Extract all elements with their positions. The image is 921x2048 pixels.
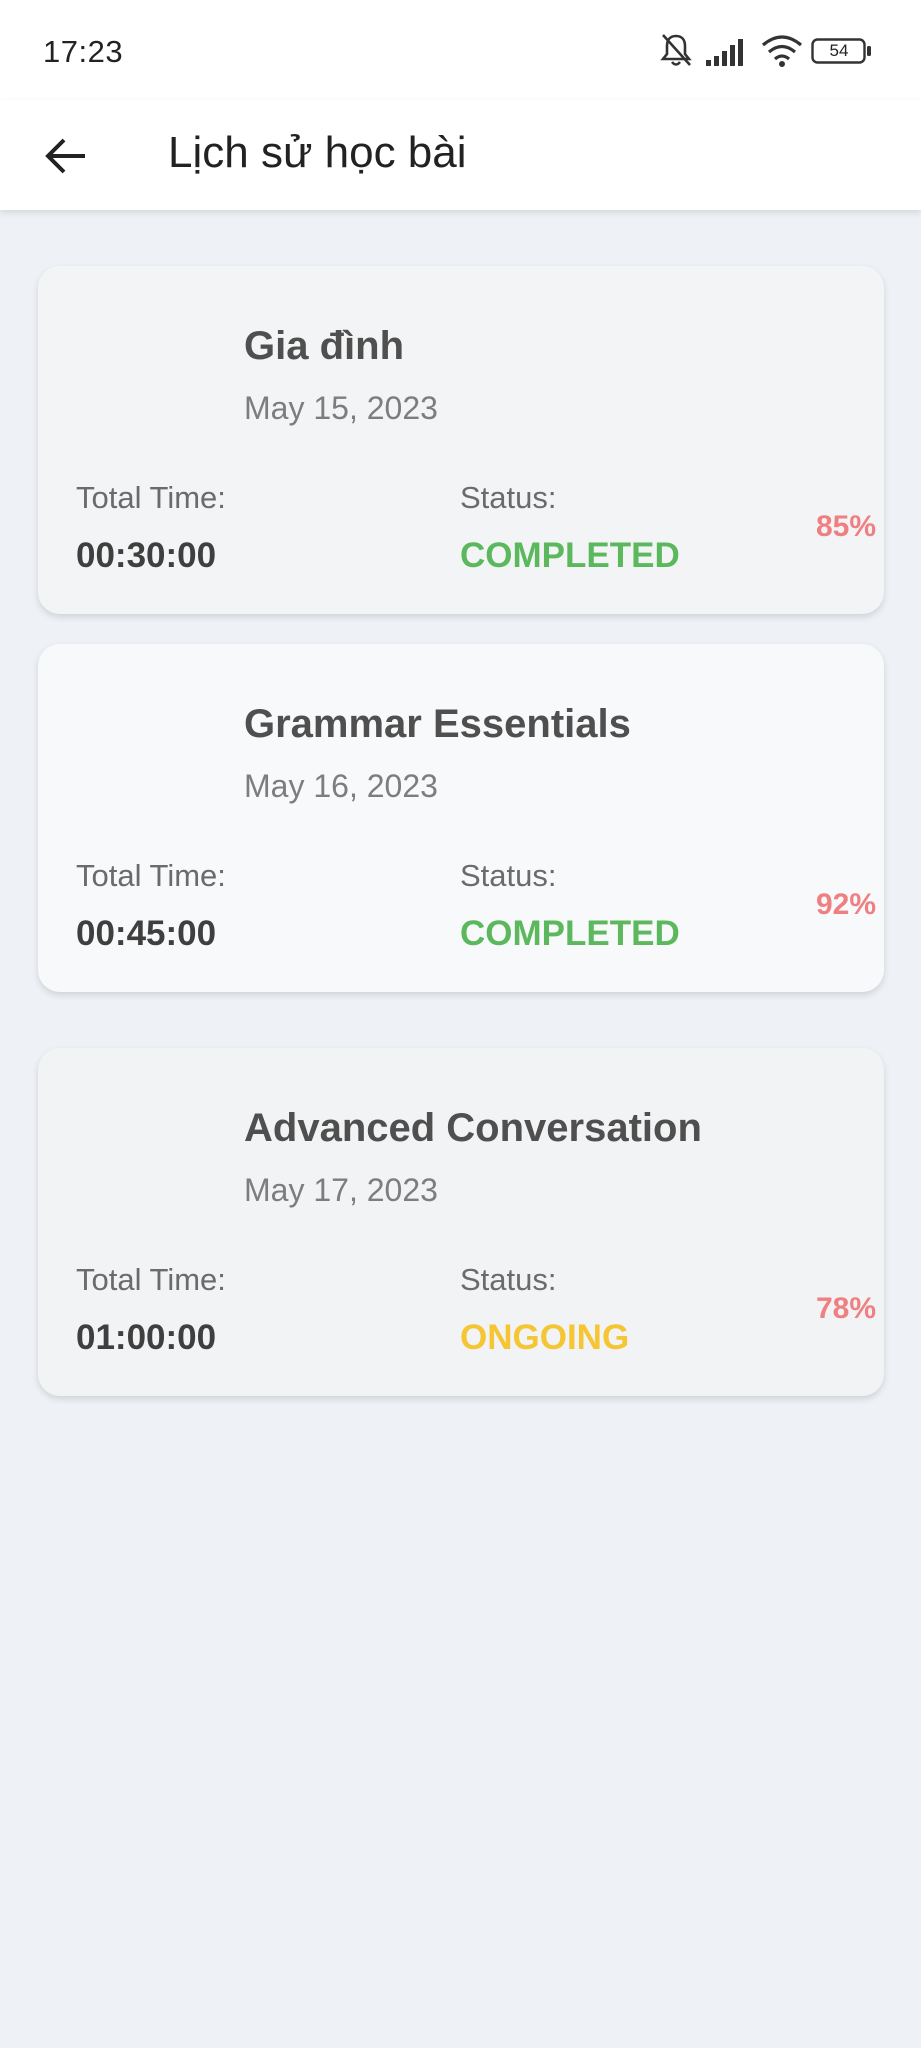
lesson-date: May 16, 2023 <box>244 768 438 804</box>
total-time-value: 00:30:00 <box>76 536 217 575</box>
total-time-label: Total Time: <box>76 480 226 515</box>
status-badge: ONGOING <box>460 1318 630 1357</box>
status-label: Status: <box>460 858 557 893</box>
page-title: Lịch sử học bài <box>168 128 467 177</box>
lesson-card[interactable]: Grammar Essentials May 16, 2023 Total Ti… <box>38 644 884 992</box>
status-badge: COMPLETED <box>460 914 680 953</box>
lesson-card[interactable]: Advanced Conversation May 17, 2023 Total… <box>38 1048 884 1396</box>
bell-off-icon <box>659 32 693 73</box>
wifi-icon <box>761 34 803 73</box>
battery-icon: 54 <box>811 38 873 69</box>
status-label: Status: <box>460 480 557 515</box>
status-badge: COMPLETED <box>460 536 680 575</box>
lesson-date: May 15, 2023 <box>244 390 438 426</box>
score-percent: 85% <box>815 510 876 543</box>
signal-icon <box>705 38 747 71</box>
total-time-label: Total Time: <box>76 858 226 893</box>
lesson-title: Grammar Essentials <box>244 702 631 746</box>
status-bar: 17:23 54 <box>0 0 921 100</box>
total-time-label: Total Time: <box>76 1262 226 1297</box>
score-percent: 92% <box>815 888 876 921</box>
battery-level: 54 <box>829 41 849 60</box>
app-bar: Lịch sử học bài <box>0 100 921 210</box>
back-button[interactable] <box>28 120 104 196</box>
status-label: Status: <box>460 1262 557 1297</box>
total-time-value: 00:45:00 <box>76 914 217 953</box>
status-time: 17:23 <box>43 34 124 69</box>
score-percent: 78% <box>815 1292 876 1325</box>
total-time-value: 01:00:00 <box>76 1318 217 1357</box>
lesson-date: May 17, 2023 <box>244 1172 438 1208</box>
lesson-title: Advanced Conversation <box>244 1106 702 1150</box>
arrow-left-icon <box>44 136 88 181</box>
lesson-title: Gia đình <box>244 324 404 368</box>
lesson-card[interactable]: Gia đình May 15, 2023 Total Time: 00:30:… <box>38 266 884 614</box>
